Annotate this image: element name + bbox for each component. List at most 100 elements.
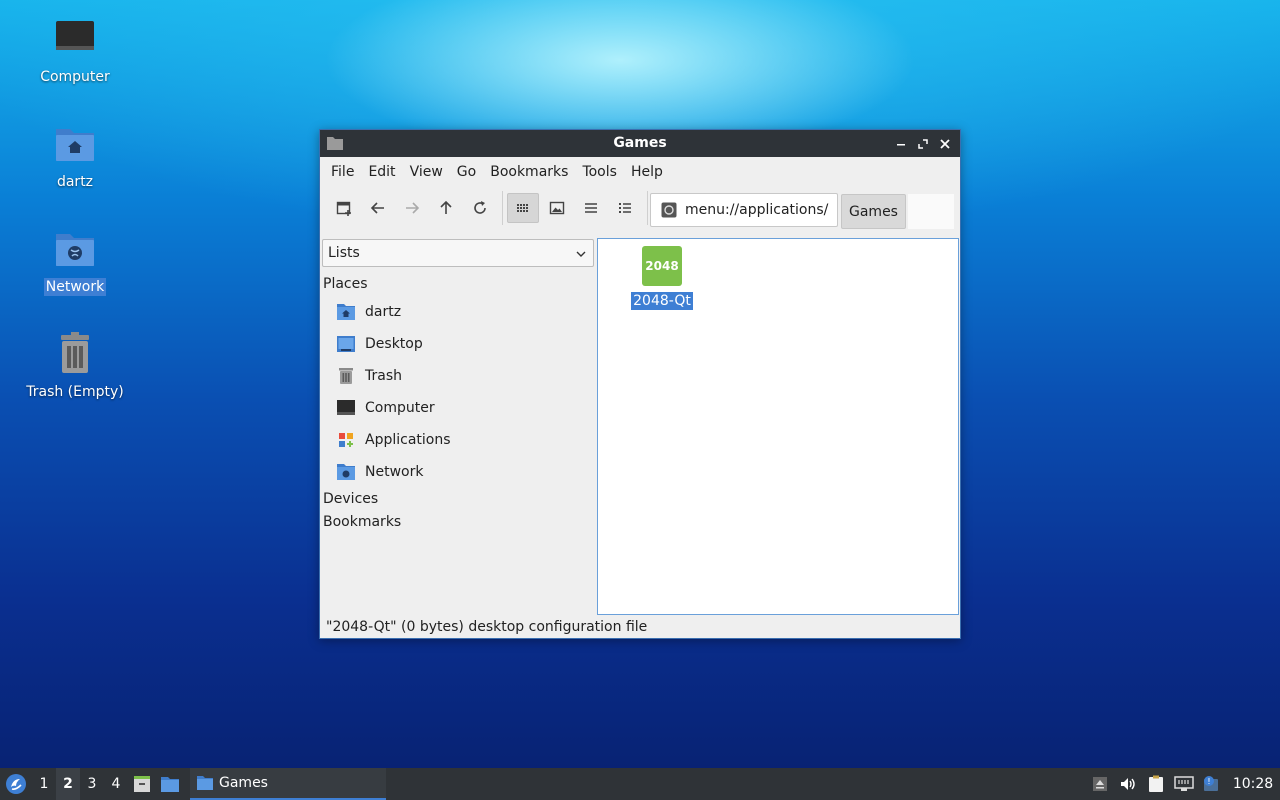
- devices-header[interactable]: Devices: [322, 488, 594, 511]
- desktop-icon-label: Trash (Empty): [26, 384, 124, 400]
- file-manager-window: Games File Edit View Go Bookmarks Tools …: [319, 129, 961, 639]
- image-icon: [549, 201, 565, 215]
- window-title: Games: [613, 135, 667, 151]
- sidebar-item-label: Trash: [365, 368, 402, 384]
- task-games[interactable]: Games: [190, 768, 386, 800]
- address-text: menu://applications/: [685, 202, 829, 218]
- status-bar: "2048-Qt" (0 bytes) desktop configuratio…: [326, 619, 648, 635]
- sidebar-item-computer[interactable]: Computer: [322, 392, 594, 424]
- clipboard-button[interactable]: [1142, 768, 1170, 800]
- update-notifier-button[interactable]: !: [1198, 768, 1226, 800]
- file-cabinet-icon: [134, 776, 150, 792]
- breadcrumb-spacer: [908, 194, 954, 229]
- computer-icon: [337, 400, 355, 415]
- app-2048-icon: 2048: [642, 246, 682, 286]
- back-button[interactable]: [362, 193, 394, 223]
- detailed-list-icon: [619, 203, 631, 213]
- icon-view-button[interactable]: [507, 193, 539, 223]
- workspace-4[interactable]: 4: [104, 768, 128, 800]
- folder-icon: [197, 776, 213, 790]
- menu-bar: File Edit View Go Bookmarks Tools Help: [320, 157, 960, 187]
- reload-icon: [474, 201, 486, 214]
- compact-list-icon: [585, 203, 597, 213]
- arrow-up-icon: [440, 200, 452, 214]
- start-menu-button[interactable]: [0, 768, 32, 800]
- reload-button[interactable]: [464, 193, 496, 223]
- trash-icon: [61, 332, 89, 373]
- title-bar[interactable]: Games: [320, 130, 960, 157]
- up-button[interactable]: [430, 193, 462, 223]
- minimize-icon: [897, 143, 905, 145]
- clock[interactable]: 10:28: [1226, 776, 1280, 792]
- file-manager-launcher[interactable]: [156, 768, 184, 800]
- desktop-icon-label: Network: [43, 278, 107, 296]
- sidebar-item-desktop[interactable]: Desktop: [322, 328, 594, 360]
- applications-icon: [339, 433, 353, 447]
- bookmarks-header[interactable]: Bookmarks: [322, 511, 594, 534]
- sidebar-item-network[interactable]: Network: [322, 456, 594, 488]
- sidebar-item-dartz[interactable]: dartz: [322, 296, 594, 328]
- detailed-view-button[interactable]: [609, 193, 641, 223]
- menu-edit[interactable]: Edit: [361, 157, 402, 187]
- home-folder-icon: [56, 129, 94, 161]
- sidebar: Lists Places dartz Desktop Trash Compute…: [322, 239, 594, 612]
- close-icon: [940, 138, 950, 149]
- sidebar-item-trash[interactable]: Trash: [322, 360, 594, 392]
- network-icon: [337, 464, 355, 480]
- menu-help[interactable]: Help: [624, 157, 670, 187]
- file-item[interactable]: 2048 2048-Qt: [631, 246, 693, 310]
- file-label: 2048-Qt: [631, 292, 693, 310]
- forward-button[interactable]: [396, 193, 428, 223]
- desktop-icon-network[interactable]: Network: [20, 226, 130, 296]
- toolbar: menu://applications/ Games: [320, 187, 960, 229]
- maximize-button[interactable]: [912, 133, 934, 155]
- trash-icon: [339, 368, 353, 384]
- network-icon: [56, 234, 94, 266]
- eject-button[interactable]: [1086, 768, 1114, 800]
- menu-bookmarks[interactable]: Bookmarks: [483, 157, 575, 187]
- minimize-button[interactable]: [890, 133, 912, 155]
- sidebar-item-label: dartz: [365, 304, 402, 320]
- folder-icon: [161, 777, 179, 792]
- new-tab-button[interactable]: [328, 193, 360, 223]
- desktop-icon: [337, 336, 355, 352]
- breadcrumb-games[interactable]: Games: [841, 194, 906, 229]
- chevron-down-icon: [576, 251, 586, 257]
- menu-file[interactable]: File: [324, 157, 361, 187]
- close-button[interactable]: [934, 133, 956, 155]
- taskbar: 1 2 3 4 Games ! 10:28: [0, 768, 1280, 800]
- volume-button[interactable]: [1114, 768, 1142, 800]
- show-desktop-button[interactable]: [128, 768, 156, 800]
- address-bar[interactable]: menu://applications/: [650, 193, 838, 227]
- home-folder-icon: [337, 304, 355, 320]
- svg-text:!: !: [1207, 777, 1210, 786]
- arrow-right-icon: [406, 202, 420, 214]
- clipboard-icon: [1149, 775, 1163, 792]
- maximize-icon: [918, 138, 928, 149]
- eject-icon: [1093, 777, 1107, 791]
- workspace-2[interactable]: 2: [56, 768, 80, 800]
- update-notification-icon: !: [1204, 776, 1218, 791]
- side-pane-mode-select[interactable]: Lists: [322, 239, 594, 267]
- side-pane-mode-value: Lists: [328, 245, 360, 261]
- compact-view-button[interactable]: [575, 193, 607, 223]
- sidebar-item-label: Computer: [365, 400, 435, 416]
- menu-tools[interactable]: Tools: [575, 157, 624, 187]
- task-label: Games: [219, 775, 268, 791]
- thumbnail-view-button[interactable]: [541, 193, 573, 223]
- lubuntu-logo-icon: [6, 774, 26, 794]
- file-view[interactable]: 2048 2048-Qt: [597, 238, 959, 615]
- places-header[interactable]: Places: [322, 273, 594, 296]
- sidebar-item-applications[interactable]: Applications: [322, 424, 594, 456]
- menu-go[interactable]: Go: [450, 157, 483, 187]
- system-tray: ! 10:28: [1086, 768, 1280, 800]
- desktop-icon-computer[interactable]: Computer: [20, 16, 130, 86]
- network-status-button[interactable]: [1170, 768, 1198, 800]
- workspace-3[interactable]: 3: [80, 768, 104, 800]
- menu-view[interactable]: View: [403, 157, 450, 187]
- workspace-1[interactable]: 1: [32, 768, 56, 800]
- location-icon: [661, 202, 677, 218]
- desktop-icon-trash[interactable]: Trash (Empty): [20, 331, 130, 401]
- desktop-icon-dartz[interactable]: dartz: [20, 121, 130, 191]
- speaker-icon: [1121, 778, 1135, 790]
